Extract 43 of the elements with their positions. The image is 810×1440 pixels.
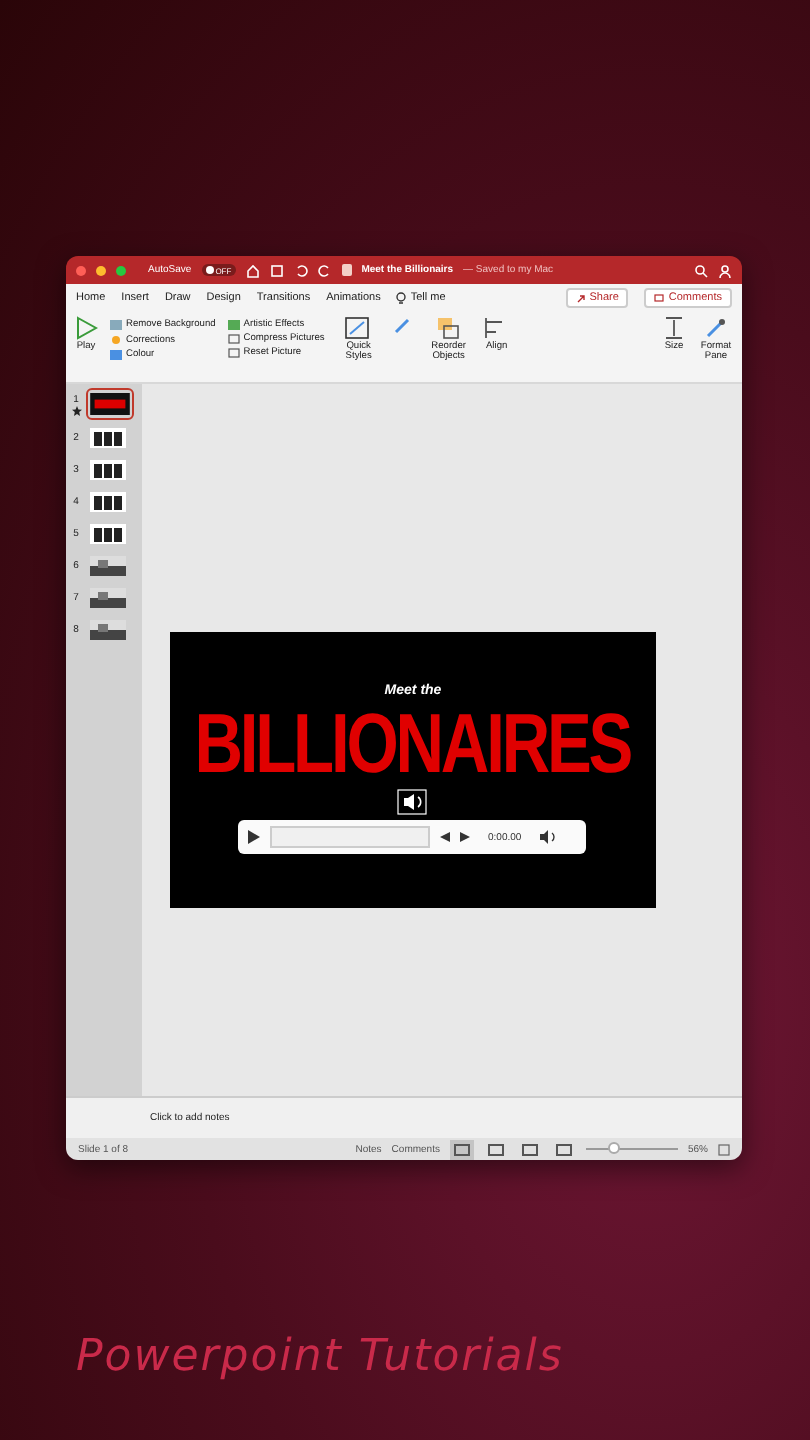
skip-forward-icon[interactable] bbox=[460, 832, 470, 842]
compress-icon bbox=[227, 334, 240, 344]
picture-icon bbox=[110, 350, 122, 360]
progress-track[interactable] bbox=[270, 826, 430, 848]
slide-thumbnail[interactable] bbox=[88, 390, 132, 418]
share-icon bbox=[575, 293, 586, 303]
search-icon[interactable] bbox=[694, 263, 708, 277]
fit-icon[interactable] bbox=[718, 1143, 730, 1155]
slide-thumbnail[interactable] bbox=[88, 522, 128, 546]
slide-thumbnail[interactable] bbox=[88, 554, 128, 578]
undo-icon[interactable] bbox=[293, 263, 308, 277]
account-icon[interactable] bbox=[718, 263, 732, 277]
styles-icon bbox=[344, 316, 373, 340]
layers-icon bbox=[436, 316, 461, 340]
redo-icon[interactable] bbox=[317, 263, 332, 277]
view-button[interactable] bbox=[551, 1139, 576, 1159]
skip-back-icon[interactable] bbox=[440, 832, 450, 842]
play-icon bbox=[74, 316, 98, 340]
speaker-icon[interactable] bbox=[396, 788, 428, 816]
view-button[interactable] bbox=[449, 1139, 474, 1159]
slide-thumbnail[interactable] bbox=[88, 490, 128, 514]
save-icon[interactable] bbox=[269, 263, 284, 277]
slide-thumbnail[interactable] bbox=[88, 458, 128, 482]
volume-icon[interactable] bbox=[539, 830, 558, 844]
play-icon[interactable] bbox=[248, 830, 260, 844]
comment-icon bbox=[654, 293, 665, 303]
reset-icon bbox=[227, 348, 240, 358]
picture-icon bbox=[227, 320, 240, 330]
zoom-slider-thumb[interactable] bbox=[607, 1142, 620, 1154]
video-caption: Powerpoint Tutorials bbox=[76, 1332, 564, 1382]
view-button[interactable] bbox=[483, 1139, 508, 1159]
sun-icon bbox=[110, 334, 122, 346]
slide-thumbnail[interactable] bbox=[88, 426, 128, 450]
lightbulb-icon bbox=[396, 291, 407, 305]
picture-icon bbox=[110, 320, 122, 330]
brush-icon bbox=[704, 316, 728, 340]
slide-thumbnail[interactable] bbox=[88, 586, 128, 610]
view-button[interactable] bbox=[517, 1139, 542, 1159]
document-icon bbox=[341, 264, 352, 276]
home-icon[interactable] bbox=[245, 263, 260, 277]
size-icon bbox=[662, 316, 686, 340]
slide-thumbnail[interactable] bbox=[88, 618, 128, 642]
slide-title: BILLIONAIRES bbox=[195, 704, 631, 784]
